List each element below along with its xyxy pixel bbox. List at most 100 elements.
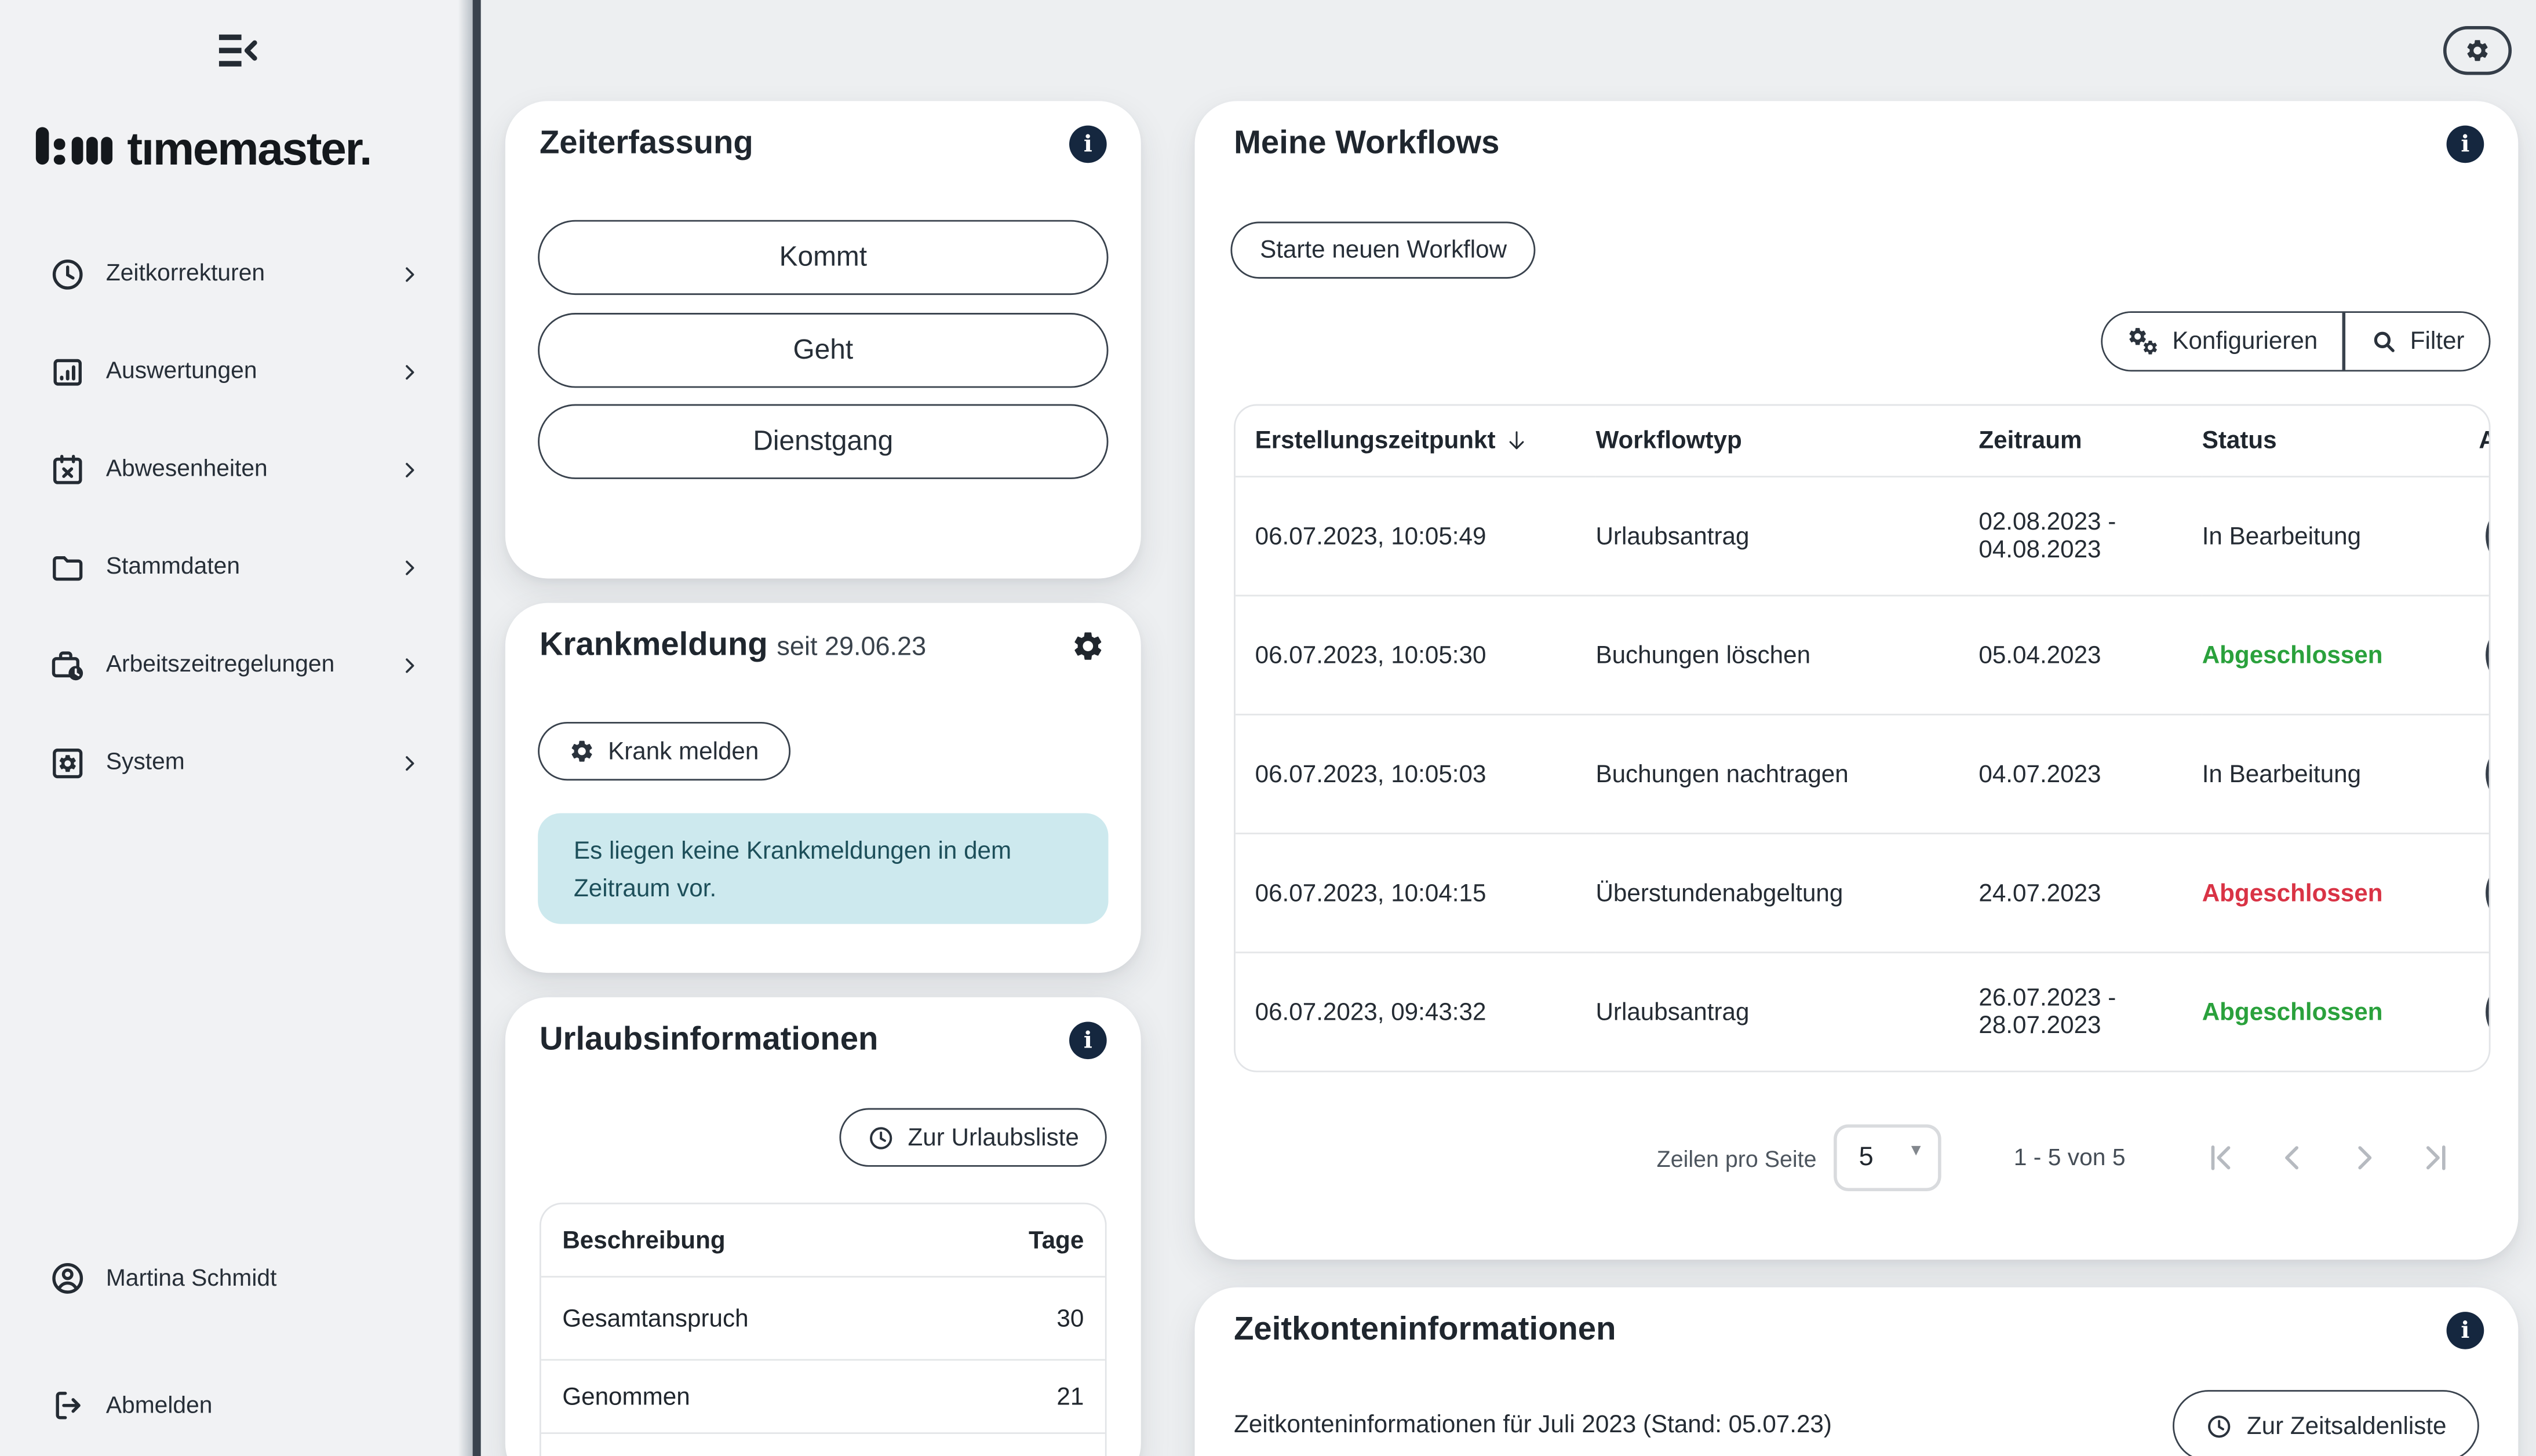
krankmeldung-notice: Es liegen keine Krankmeldungen in dem Ze… bbox=[538, 813, 1108, 924]
starte-neuen-workflow-button[interactable]: Starte neuen Workflow bbox=[1230, 222, 1536, 279]
info-icon[interactable]: i bbox=[1069, 1021, 1107, 1059]
column-zeitraum[interactable]: Zeitraum bbox=[1978, 406, 2202, 476]
filter-button[interactable]: Filter bbox=[2345, 313, 2488, 370]
menu-collapse-icon bbox=[212, 26, 261, 75]
cell-period: 02.08.2023 - 04.08.2023 bbox=[1978, 477, 2202, 596]
sidebar: tımemaster. Zeitkorrekturen Auswertungen… bbox=[0, 0, 473, 1456]
logout-button[interactable]: Abmelden bbox=[0, 1364, 473, 1446]
user-name: Martina Schmidt bbox=[106, 1265, 277, 1291]
sidebar-item-label: Auswertungen bbox=[106, 359, 257, 385]
zeiterfassung-card: Zeiterfassung i Kommt Geht Dienstgang Ak… bbox=[505, 101, 1141, 578]
gear-icon[interactable] bbox=[1071, 629, 1105, 663]
geht-button[interactable]: Geht bbox=[538, 313, 1108, 388]
sidebar-item-stammdaten[interactable]: Stammdaten bbox=[0, 518, 473, 616]
first-page-button[interactable] bbox=[2204, 1141, 2238, 1175]
zur-urlaubsliste-label: Zur Urlaubsliste bbox=[908, 1123, 1078, 1151]
sidebar-item-label: Arbeitszeitregelungen bbox=[106, 652, 334, 678]
table-row: Genommen 21 bbox=[541, 1360, 1105, 1434]
column-aktionen: Aktionen bbox=[2440, 406, 2490, 476]
page-settings-button[interactable] bbox=[2443, 26, 2512, 75]
cell-type: Buchungen löschen bbox=[1595, 596, 1978, 714]
view-workflow-button[interactable] bbox=[2486, 500, 2490, 572]
next-page-icon bbox=[2347, 1141, 2381, 1175]
rows-per-page-value: 5 bbox=[1859, 1143, 1874, 1173]
bar-chart-icon bbox=[49, 353, 86, 391]
briefcase-clock-icon bbox=[49, 646, 86, 684]
column-status[interactable]: Status bbox=[2202, 406, 2440, 476]
chevron-right-icon bbox=[399, 654, 421, 676]
krankmeldung-title: Krankmeldung bbox=[540, 627, 768, 663]
previous-page-icon bbox=[2275, 1141, 2309, 1175]
previous-page-button[interactable] bbox=[2275, 1141, 2309, 1175]
cell-type: Überstundenabgeltung bbox=[1595, 834, 1978, 953]
krankmeldung-card: Krankmeldung seit 29.06.23 Krank melden … bbox=[505, 603, 1141, 973]
view-workflow-button[interactable] bbox=[2486, 738, 2490, 810]
sidebar-footer: Martina Schmidt Abmelden bbox=[0, 1238, 473, 1456]
sidebar-item-abwesenheiten[interactable]: Abwesenheiten bbox=[0, 421, 473, 519]
next-page-button[interactable] bbox=[2347, 1141, 2381, 1175]
sidebar-item-arbeitszeitregelungen[interactable]: Arbeitszeitregelungen bbox=[0, 616, 473, 714]
card-title: Zeiterfassung bbox=[540, 126, 753, 163]
dienstgang-button[interactable]: Dienstgang bbox=[538, 404, 1108, 479]
collapse-sidebar-button[interactable] bbox=[212, 26, 261, 75]
cell-created: 06.07.2023, 10:05:03 bbox=[1236, 714, 1596, 833]
status-badge: Abgeschlossen bbox=[2202, 641, 2383, 669]
last-page-button[interactable] bbox=[2419, 1141, 2453, 1175]
info-icon[interactable]: i bbox=[2447, 126, 2484, 163]
table-row bbox=[541, 1434, 1105, 1456]
column-workflowtyp[interactable]: Workflowtyp bbox=[1595, 406, 1978, 476]
clock-icon bbox=[49, 255, 86, 293]
table-row: 06.07.2023, 10:05:30 Buchungen löschen 0… bbox=[1236, 596, 2491, 714]
zur-zeitsaldenliste-button[interactable]: Zur Zeitsaldenliste bbox=[2173, 1390, 2479, 1456]
kommt-button[interactable]: Kommt bbox=[538, 220, 1108, 295]
cell-status: In Bearbeitung bbox=[2202, 714, 2440, 833]
konfigurieren-button[interactable]: Konfigurieren bbox=[2102, 313, 2342, 370]
logout-icon bbox=[49, 1386, 86, 1424]
sidebar-divider bbox=[473, 0, 481, 1456]
pagination-controls bbox=[2204, 1141, 2453, 1175]
view-workflow-button[interactable] bbox=[2486, 619, 2490, 691]
avatar-icon bbox=[49, 1260, 86, 1297]
sidebar-item-system[interactable]: System bbox=[0, 714, 473, 812]
table-row: 06.07.2023, 10:05:03 Buchungen nachtrage… bbox=[1236, 714, 2491, 833]
screen: tımemaster. Zeitkorrekturen Auswertungen… bbox=[0, 0, 2536, 1456]
cell-period: 24.07.2023 bbox=[1978, 834, 2202, 953]
rows-per-page-label: Zeilen pro Seite bbox=[1657, 1145, 1817, 1171]
calendar-x-icon bbox=[49, 451, 86, 488]
sidebar-item-auswertungen[interactable]: Auswertungen bbox=[0, 323, 473, 421]
krank-melden-button[interactable]: Krank melden bbox=[538, 722, 790, 780]
table-row: 06.07.2023, 09:43:32 Urlaubsantrag 26.07… bbox=[1236, 953, 2491, 1071]
sidebar-item-label: Abwesenheiten bbox=[106, 457, 268, 483]
card-title: Urlaubsinformationen bbox=[540, 1021, 878, 1059]
search-icon bbox=[2369, 327, 2397, 355]
cell-created: 06.07.2023, 10:05:49 bbox=[1236, 477, 1596, 596]
cell-actions bbox=[2440, 714, 2490, 833]
user-menu[interactable]: Martina Schmidt bbox=[0, 1238, 473, 1319]
sidebar-item-label: Stammdaten bbox=[106, 554, 240, 580]
view-workflow-button[interactable] bbox=[2486, 857, 2490, 929]
sidebar-item-zeitkorrekturen[interactable]: Zeitkorrekturen bbox=[0, 225, 473, 323]
cell-created: 06.07.2023, 09:43:32 bbox=[1236, 953, 1596, 1071]
cell-status: Abgeschlossen bbox=[2202, 953, 2440, 1071]
rows-per-page-select[interactable]: 5 ▼ bbox=[1834, 1125, 1942, 1191]
table-row: 06.07.2023, 10:04:15 Überstundenabgeltun… bbox=[1236, 834, 2491, 953]
zur-urlaubsliste-button[interactable]: Zur Urlaubsliste bbox=[839, 1108, 1106, 1167]
info-icon[interactable]: i bbox=[2447, 1312, 2484, 1349]
zeitkonteninformationen-card: Zeitkonteninformationen i Zeitkonteninfo… bbox=[1195, 1287, 2519, 1456]
card-title: Zeitkonteninformationen bbox=[1234, 1312, 1616, 1349]
cell-created: 06.07.2023, 10:04:15 bbox=[1236, 834, 1596, 953]
zur-zeitsaldenliste-label: Zur Zeitsaldenliste bbox=[2247, 1412, 2447, 1440]
row-days: 30 bbox=[1056, 1304, 1084, 1332]
info-icon[interactable]: i bbox=[1069, 126, 1107, 163]
table-toolbar: Konfigurieren Filter bbox=[2101, 311, 2491, 371]
cell-status: Abgeschlossen bbox=[2202, 834, 2440, 953]
column-tage: Tage bbox=[1029, 1226, 1084, 1254]
chevron-right-icon bbox=[399, 752, 421, 773]
sort-descending-icon bbox=[1504, 429, 1528, 453]
status-badge: In Bearbeitung bbox=[2202, 522, 2361, 550]
view-workflow-button[interactable] bbox=[2486, 976, 2490, 1048]
column-erstellungszeitpunkt[interactable]: Erstellungszeitpunkt bbox=[1236, 406, 1596, 476]
sidebar-nav: Zeitkorrekturen Auswertungen Abwesenheit… bbox=[0, 225, 473, 812]
cell-type: Buchungen nachtragen bbox=[1595, 714, 1978, 833]
table-row: 06.07.2023, 10:05:49 Urlaubsantrag 02.08… bbox=[1236, 477, 2491, 596]
